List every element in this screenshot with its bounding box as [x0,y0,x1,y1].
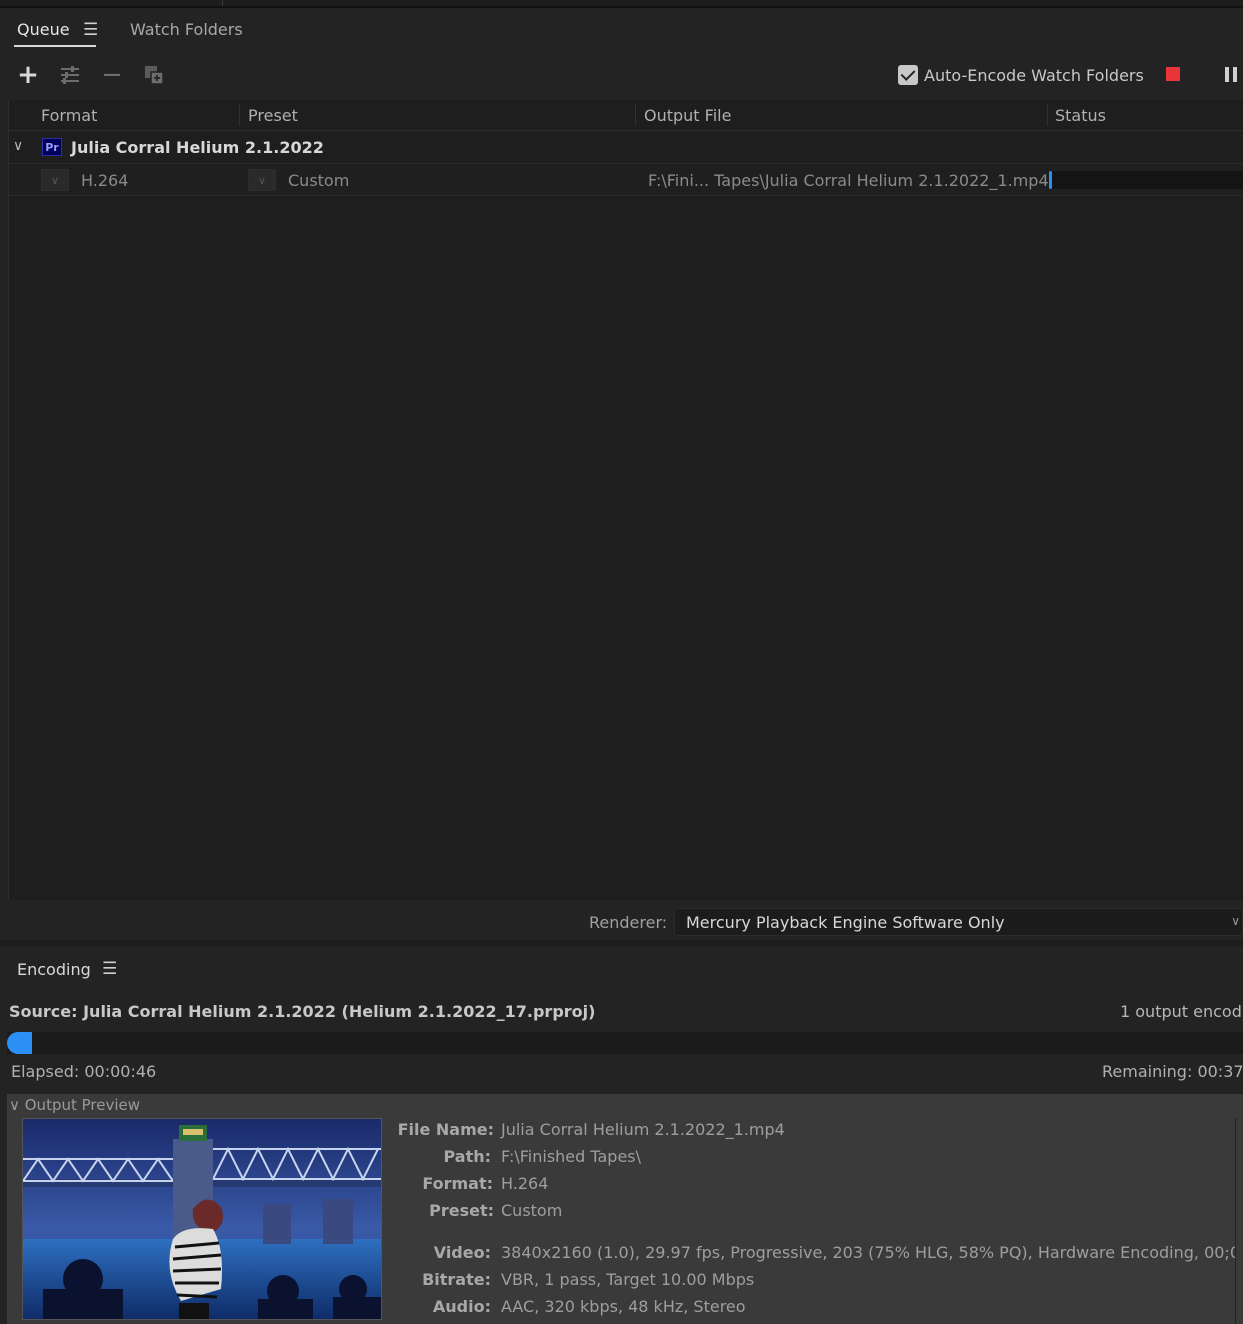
column-output-file[interactable]: Output File [644,106,731,125]
detail-label: Audio: [432,1297,491,1316]
encoding-menu-icon[interactable]: ☰ [102,959,117,979]
detail-label: File Name: [397,1120,494,1139]
detail-value: Custom [501,1201,563,1220]
queue-list: Format Preset Output File Status ∨ Pr Ju… [8,100,1243,900]
detail-value: 3840x2160 (1.0), 29.97 fps, Progressive,… [501,1243,1243,1262]
plus-icon[interactable]: + [13,60,43,90]
top-frame-strip [0,0,1243,8]
duplicate-icon[interactable] [139,60,169,90]
detail-value: F:\Finished Tapes\ [501,1147,642,1166]
pause-queue-button[interactable] [1225,67,1239,82]
output-format[interactable]: H.264 [81,171,128,190]
preview-scrollbar[interactable] [1235,1118,1243,1324]
detail-value: AAC, 320 kbps, 48 kHz, Stereo [501,1297,746,1316]
active-tab-underline [14,45,96,47]
renderer-label: Renderer: [589,913,668,932]
detail-audio: Audio: AAC, 320 kbps, 48 kHz, Stereo [402,1297,746,1317]
encoding-progress-fill [7,1032,32,1054]
preset-dropdown-arrow[interactable]: ∨ [248,169,276,191]
outputs-encoding-count: 1 output encodin [1120,1002,1243,1021]
column-preset[interactable]: Preset [248,106,298,125]
queue-source-row[interactable]: ∨ Pr Julia Corral Helium 2.1.2022 [9,132,1243,164]
chevron-down-icon: ∨ [1231,914,1240,928]
settings-sliders-icon[interactable] [55,60,85,90]
queue-menu-icon[interactable]: ☰ [83,20,98,40]
queue-panel: Queue ☰ Watch Folders + − Auto-Encode Wa… [0,8,1243,940]
encoding-source: Source: Julia Corral Helium 2.1.2022 (He… [9,1002,596,1021]
detail-label: Preset: [429,1201,494,1220]
output-preview-section: ∨ Output Preview File Name: Julia Corral… [7,1094,1243,1324]
elapsed-time: Elapsed: 00:00:46 [11,1062,157,1081]
tab-queue[interactable]: Queue [17,20,70,39]
encoding-progress-bar [7,1032,1243,1054]
column-format[interactable]: Format [41,106,97,125]
encoding-panel: Encoding ☰ Source: Julia Corral Helium 2… [0,946,1243,1324]
queue-column-header: Format Preset Output File Status [9,100,1243,131]
column-status[interactable]: Status [1055,106,1106,125]
output-preview-label: Output Preview [24,1096,141,1114]
stop-queue-button[interactable] [1166,67,1180,81]
status-progress-bar [1049,171,1243,189]
renderer-select[interactable]: Mercury Playback Engine Software Only ∨ [674,908,1243,936]
detail-label: Path: [443,1147,491,1166]
chevron-down-icon[interactable]: ∨ [13,138,23,154]
source-name: Julia Corral Helium 2.1.2022 [71,138,324,157]
renderer-row: Renderer: Mercury Playback Engine Softwa… [0,906,1243,940]
encoding-tab[interactable]: Encoding [17,960,91,979]
status-progress-fill [1049,171,1052,189]
detail-value: H.264 [501,1174,549,1193]
queue-output-row[interactable]: ∨ H.264 ∨ Custom F:\Fini... Tapes\Julia … [9,164,1243,196]
auto-encode-checkbox[interactable] [898,65,918,85]
format-dropdown-arrow[interactable]: ∨ [41,169,69,191]
detail-label: Format: [422,1174,493,1193]
output-preset[interactable]: Custom [288,171,349,190]
minus-icon[interactable]: − [97,60,127,90]
detail-label: Video: [433,1243,491,1262]
detail-path: Path: F:\Finished Tapes\ [402,1147,641,1167]
detail-file-name: File Name: Julia Corral Helium 2.1.2022_… [398,1120,785,1140]
detail-video: Video: 3840x2160 (1.0), 29.97 fps, Progr… [402,1243,1243,1263]
auto-encode-toggle[interactable]: Auto-Encode Watch Folders [898,65,1144,85]
premiere-pro-icon: Pr [42,138,62,156]
detail-bitrate: Bitrate: VBR, 1 pass, Target 10.00 Mbps [402,1270,754,1290]
remaining-time: Remaining: 00:37:5 [1102,1062,1243,1081]
detail-format: Format: H.264 [402,1174,548,1194]
detail-value: Julia Corral Helium 2.1.2022_1.mp4 [501,1120,785,1139]
detail-preset: Preset: Custom [402,1201,562,1221]
output-preview-header[interactable]: ∨ Output Preview [9,1096,140,1114]
tab-watch-folders[interactable]: Watch Folders [130,20,243,39]
preview-thumbnail [22,1118,382,1320]
detail-value: VBR, 1 pass, Target 10.00 Mbps [501,1270,755,1289]
queue-tab-bar: Queue ☰ Watch Folders [0,8,1243,52]
auto-encode-label: Auto-Encode Watch Folders [924,65,1144,85]
renderer-value: Mercury Playback Engine Software Only [686,913,1005,932]
output-file-path[interactable]: F:\Fini... Tapes\Julia Corral Helium 2.1… [648,171,1049,190]
detail-label: Bitrate: [422,1270,491,1289]
